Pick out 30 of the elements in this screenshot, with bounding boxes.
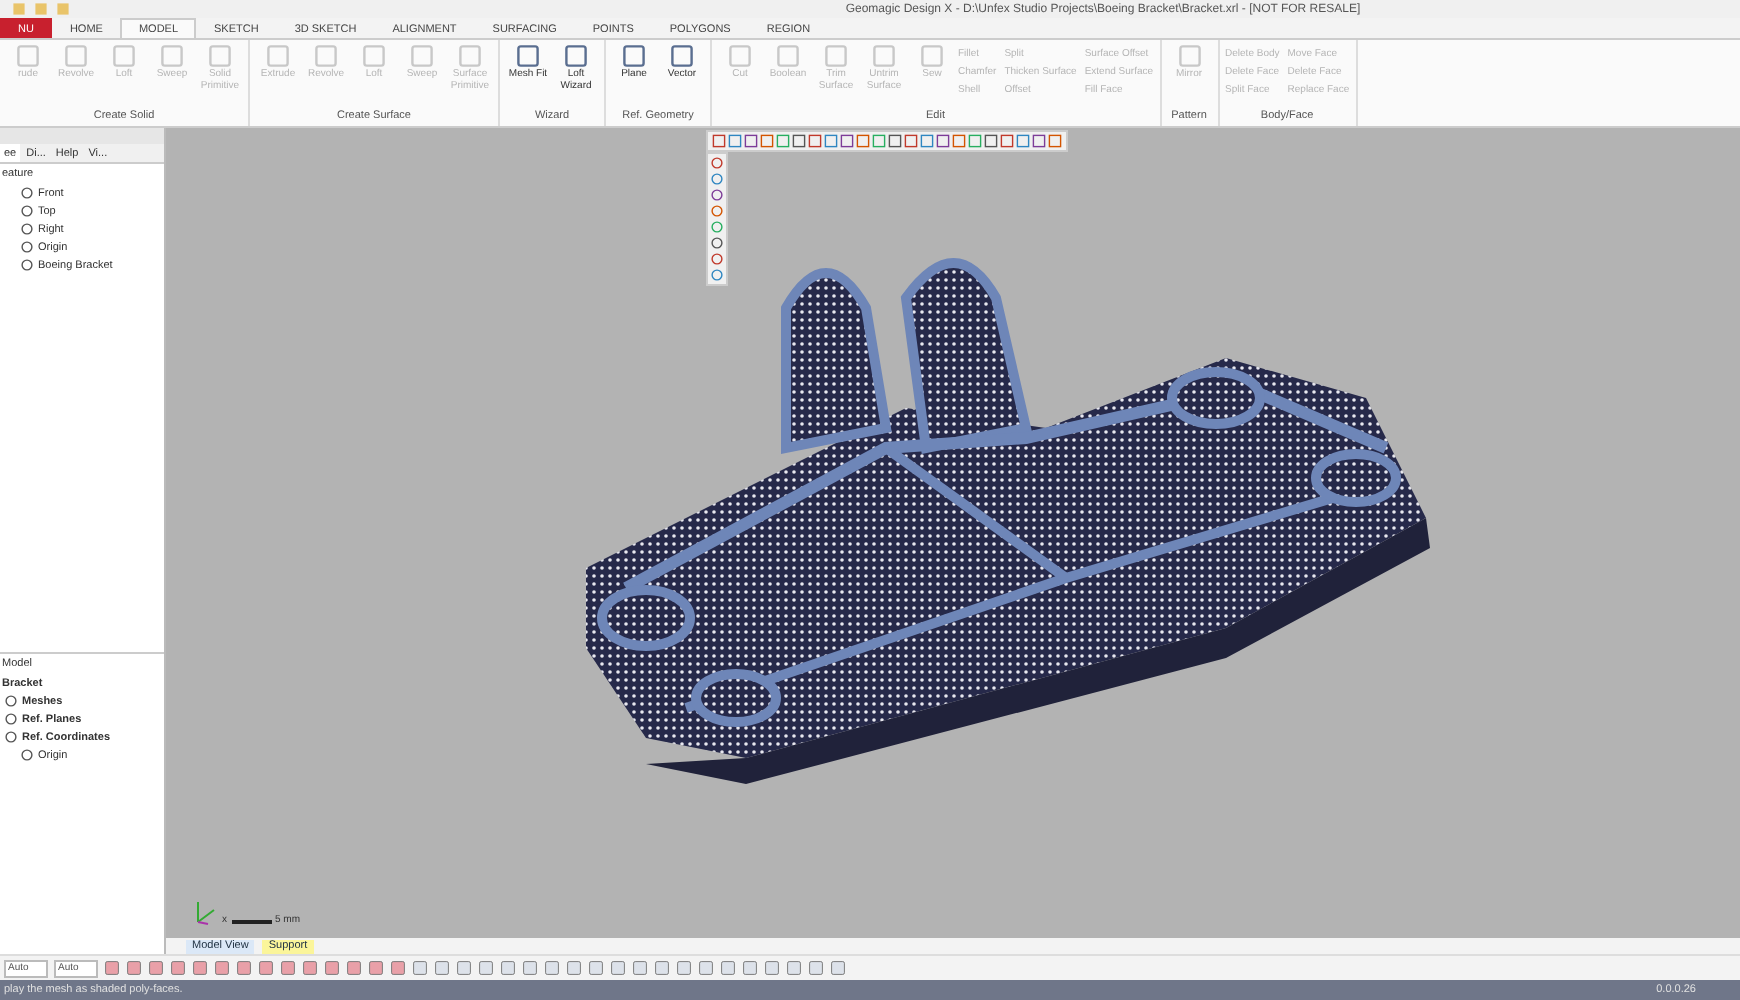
tool-icon — [314, 44, 338, 68]
tool-icon — [266, 44, 290, 68]
tree-node-icon — [20, 748, 34, 762]
tool-icon — [410, 44, 434, 68]
tool-icon — [564, 44, 588, 68]
tool-icon — [920, 44, 944, 68]
tool-icon — [64, 44, 88, 68]
tree-node-icon — [20, 186, 34, 200]
tree-node-icon — [20, 258, 34, 272]
tree-node-icon — [20, 222, 34, 236]
tool-icon — [670, 44, 694, 68]
tool-icon — [872, 44, 896, 68]
tree-node-icon — [4, 730, 18, 744]
tool-icon — [16, 44, 40, 68]
tree-node-icon — [4, 712, 18, 726]
tool-icon — [728, 44, 752, 68]
tree-node-icon — [20, 204, 34, 218]
tool-icon — [208, 44, 232, 68]
tool-icon — [776, 44, 800, 68]
scale-bar — [231, 918, 271, 926]
tool-icon — [160, 44, 184, 68]
tool-icon — [1177, 44, 1202, 68]
tool-icon — [458, 44, 482, 68]
tree-node-icon — [20, 240, 34, 254]
tool-icon — [824, 44, 848, 68]
tool-icon — [112, 44, 136, 68]
tool-icon — [516, 44, 540, 68]
tool-icon — [362, 44, 386, 68]
tool-icon — [622, 44, 646, 68]
tree-node-icon — [4, 694, 18, 708]
